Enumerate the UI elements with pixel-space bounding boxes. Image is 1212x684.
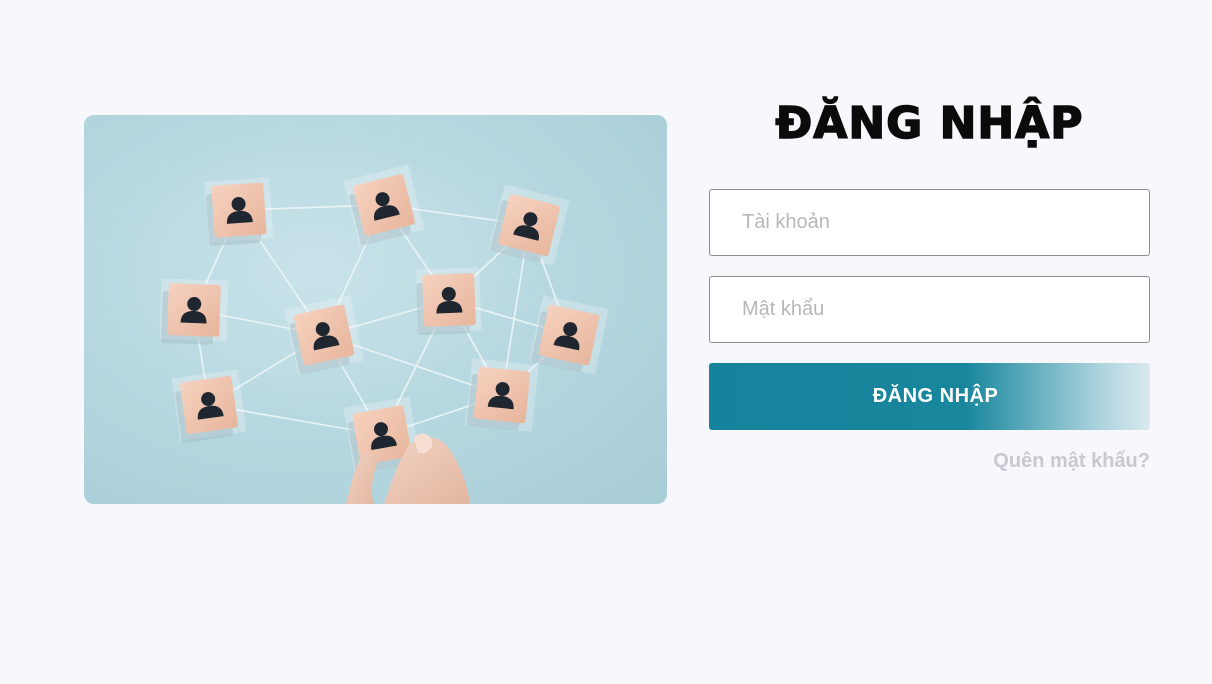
hero-image [84, 115, 667, 504]
login-button[interactable]: ĐĂNG NHẬP [709, 363, 1150, 430]
network-people-cubes-icon [159, 164, 609, 504]
username-input[interactable] [709, 189, 1150, 256]
password-input[interactable] [709, 276, 1150, 343]
login-title: ĐĂNG NHẬP [775, 97, 1084, 150]
forgot-password-link[interactable]: Quên mật khẩu? [993, 450, 1150, 473]
login-page: ĐĂNG NHẬP ĐĂNG NHẬP Quên mật khẩu? [0, 0, 1212, 684]
